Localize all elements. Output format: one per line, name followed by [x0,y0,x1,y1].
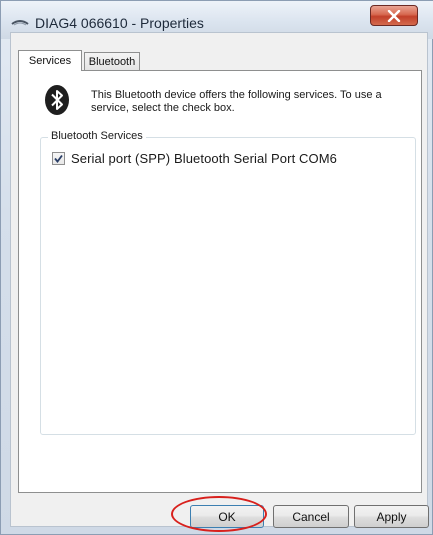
cancel-button[interactable]: Cancel [273,505,349,528]
group-label: Bluetooth Services [48,130,146,142]
service-label: Serial port (SPP) Bluetooth Serial Port … [71,151,337,166]
service-item[interactable]: Serial port (SPP) Bluetooth Serial Port … [52,151,337,166]
apply-button[interactable]: Apply [354,505,429,528]
checkmark-icon [54,154,63,163]
services-description: This Bluetooth device offers the followi… [91,89,382,114]
device-icon [11,20,29,26]
bluetooth-icon [45,85,69,115]
tab-bluetooth[interactable]: Bluetooth [84,52,140,71]
bluetooth-services-group [40,137,416,435]
tab-services[interactable]: Services [18,50,82,71]
ok-highlight-annotation [171,496,267,532]
service-checkbox[interactable] [52,152,65,165]
close-button[interactable] [370,5,418,26]
window-title: DIAG4 066610 - Properties [35,15,204,31]
close-icon [387,9,401,22]
